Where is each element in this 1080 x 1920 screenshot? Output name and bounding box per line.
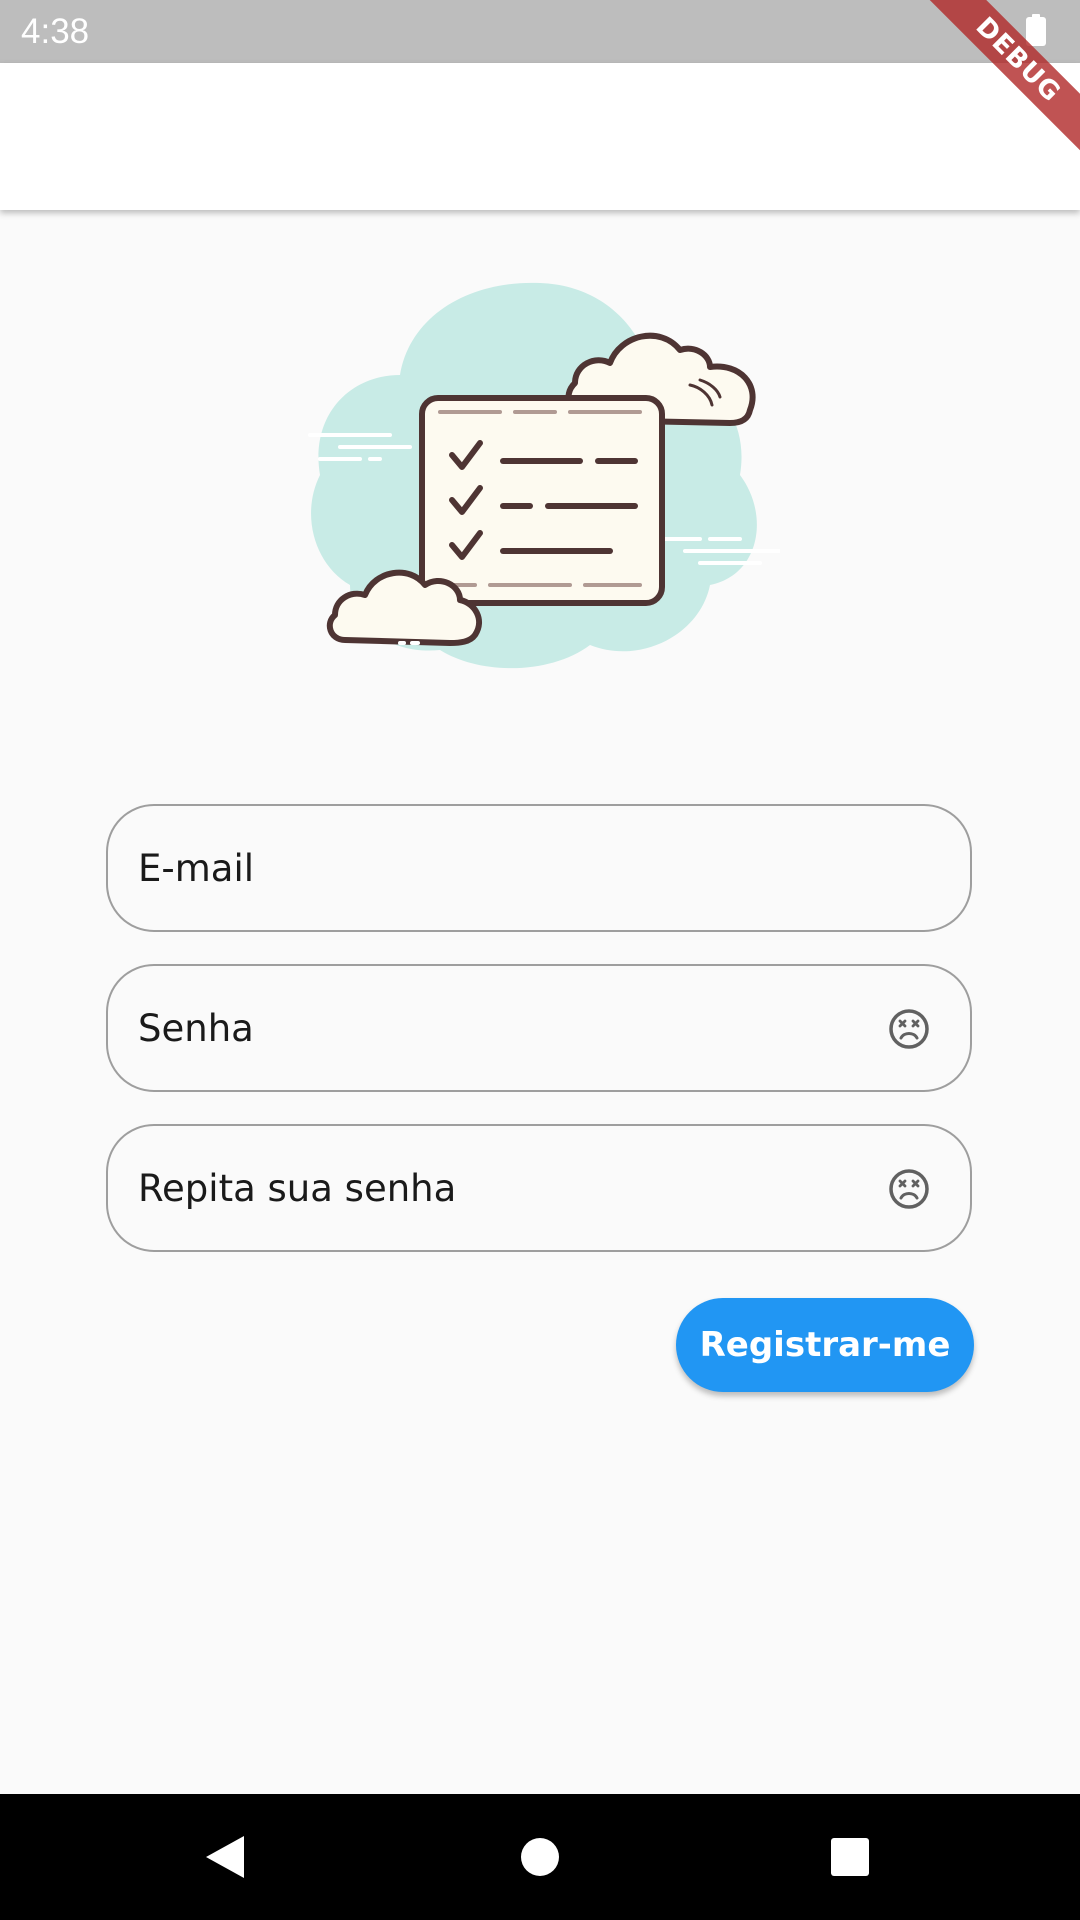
navigation-bar: [0, 1794, 1080, 1920]
register-screen: 4:38 DEBUG E-mail Registrar-me: [0, 0, 1080, 1920]
email-field[interactable]: [106, 804, 972, 932]
home-circle-icon[interactable]: [515, 1832, 565, 1882]
visibility-toggle-icon[interactable]: [888, 1168, 930, 1210]
checklist-clouds-illustration: [308, 282, 780, 669]
back-triangle-icon[interactable]: [200, 1832, 250, 1882]
status-bar: 4:38: [0, 0, 1080, 63]
recent-square-icon[interactable]: [825, 1832, 875, 1882]
battery-full-icon: [1026, 14, 1046, 46]
visibility-toggle-icon[interactable]: [888, 1008, 930, 1050]
password-input[interactable]: [138, 966, 878, 1090]
app-bar: [0, 63, 1080, 210]
register-button[interactable]: Registrar-me: [676, 1298, 974, 1392]
repeat-password-input[interactable]: [138, 1126, 878, 1250]
repeat-password-field[interactable]: [106, 1124, 972, 1252]
status-time: 4:38: [21, 12, 90, 51]
password-field[interactable]: [106, 964, 972, 1092]
email-input[interactable]: [138, 806, 878, 930]
